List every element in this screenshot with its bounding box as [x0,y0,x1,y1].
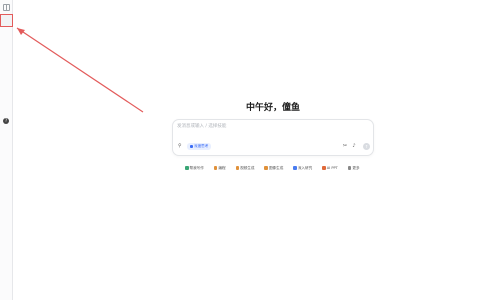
quick-action-image[interactable]: 图像生成 [264,164,283,172]
mic-icon[interactable]: ♪ [351,143,357,149]
sidebar-highlighted-item[interactable] [0,14,13,27]
sidebar: ? [0,0,13,300]
attach-icon[interactable]: ⚲ [178,143,184,149]
deep-think-toggle[interactable]: 深度思考 [187,143,212,150]
quick-action-coding[interactable]: 编程 [213,164,226,172]
image-icon [264,166,268,170]
annotation-arrowhead [17,28,25,35]
sidebar-toggle-icon[interactable] [3,4,10,11]
greeting-heading: 中午好，僮鱼 [245,103,300,113]
more-icon [347,166,352,170]
quick-action-ppt[interactable]: AI PPT [322,164,338,172]
ppt-icon [322,166,326,170]
quick-action-research[interactable]: 深入研究 [293,164,312,172]
deep-think-icon [190,144,193,148]
research-icon [293,166,297,170]
quick-action-label: 编程 [218,165,226,170]
help-icon[interactable]: ? [3,118,9,124]
pen-icon [185,166,189,170]
video-icon [235,166,240,170]
quick-action-label: 更多 [352,165,360,170]
deep-think-label: 深度思考 [194,144,209,148]
code-icon [213,166,218,170]
quick-action-label: 帮我写作 [189,165,204,170]
quick-action-label: 视频生成 [240,165,255,170]
quick-action-label: 深入研究 [297,165,313,170]
scissors-icon[interactable]: ✂ [342,143,348,149]
quick-actions: 帮我写作 编程 视频生成 图像生成 深入研究 AI PPT 更多 [185,164,360,172]
quick-action-label: AI PPT [326,166,338,170]
composer-box [172,119,374,156]
send-button[interactable]: ↑ [363,143,370,150]
quick-action-writing[interactable]: 帮我写作 [185,164,204,172]
quick-action-more[interactable]: 更多 [347,164,360,172]
quick-action-label: 图像生成 [268,165,284,170]
message-input[interactable] [177,123,367,135]
quick-action-video[interactable]: 视频生成 [235,164,255,172]
